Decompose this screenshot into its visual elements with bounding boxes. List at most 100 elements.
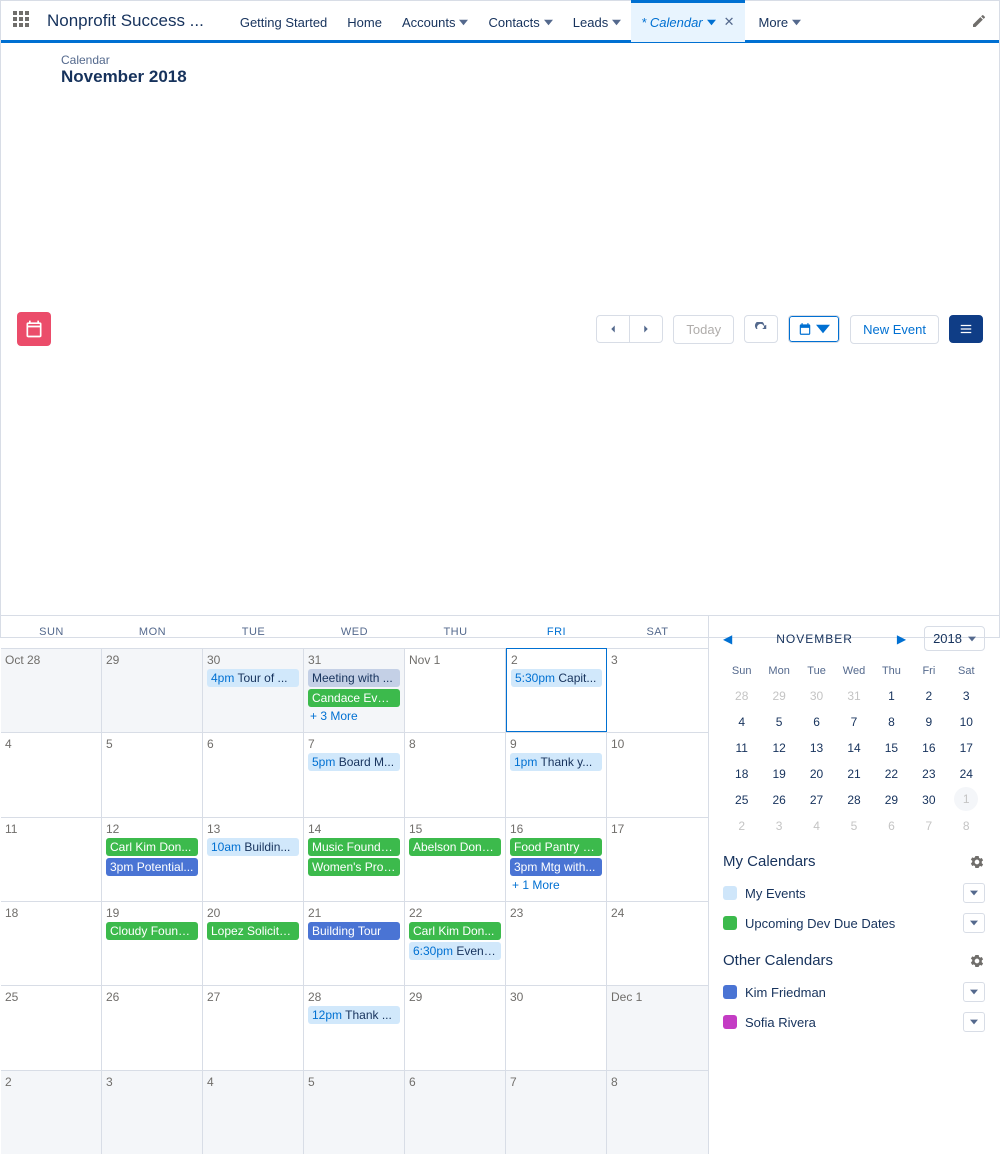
nav-tab-leads[interactable]: Leads (563, 0, 631, 42)
mini-day[interactable]: 3 (948, 683, 985, 709)
calendar-event[interactable]: Lopez Solicita... (207, 922, 299, 940)
more-events-link[interactable]: + 3 More (308, 709, 400, 723)
calendar-cell[interactable]: 6 (405, 1070, 506, 1154)
calendar-cell[interactable]: Dec 1 (607, 985, 708, 1069)
close-icon[interactable]: ✕ (724, 14, 735, 30)
nav-tab-gettingstarted[interactable]: Getting Started (230, 0, 337, 42)
more-events-link[interactable]: + 1 More (510, 878, 602, 892)
nav-tab-accounts[interactable]: Accounts (392, 0, 478, 42)
mini-day[interactable]: 7 (835, 709, 872, 735)
calendar-event[interactable]: Meeting with ... (308, 669, 400, 687)
next-button[interactable] (630, 315, 663, 343)
mini-day[interactable]: 6 (798, 709, 835, 735)
view-switch-button[interactable] (788, 315, 840, 343)
refresh-button[interactable] (744, 315, 778, 343)
calendar-cell[interactable]: 8 (607, 1070, 708, 1154)
mini-prev[interactable]: ◀ (723, 632, 732, 646)
calendar-cell[interactable]: 22Carl Kim Don...6:30pm Event... (405, 901, 506, 985)
calendar-event[interactable]: Candace Evan... (308, 689, 400, 707)
mini-day[interactable]: 22 (873, 761, 910, 787)
calendar-cell[interactable]: Nov 1 (405, 648, 506, 732)
mini-day[interactable]: 8 (873, 709, 910, 735)
calendar-event[interactable]: 1pm Thank y... (510, 753, 602, 771)
mini-day[interactable]: 9 (910, 709, 947, 735)
mini-day[interactable]: 2 (723, 813, 760, 839)
mini-day[interactable]: 17 (948, 735, 985, 761)
calendar-cell[interactable]: 8 (405, 732, 506, 816)
calendar-event[interactable]: Food Pantry S... (510, 838, 602, 856)
calendar-event[interactable]: 6:30pm Event... (409, 942, 501, 960)
calendar-cell[interactable]: 2812pm Thank ... (304, 985, 405, 1069)
mini-day[interactable]: 4 (798, 813, 835, 839)
new-event-button[interactable]: New Event (850, 315, 939, 344)
calendar-cell[interactable]: 6 (203, 732, 304, 816)
calendar-event[interactable]: 4pm Tour of ... (207, 669, 299, 687)
mini-day[interactable]: 1 (873, 683, 910, 709)
mini-day[interactable]: 16 (910, 735, 947, 761)
gear-icon[interactable] (969, 953, 985, 969)
mini-day[interactable]: 30 (910, 787, 947, 813)
calendar-cell[interactable]: 23 (506, 901, 607, 985)
mini-day[interactable]: 29 (760, 683, 797, 709)
calendar-cell[interactable]: 3 (102, 1070, 203, 1154)
nav-tab-calendar[interactable]: * Calendar✕ (631, 0, 744, 42)
calendar-cell[interactable]: 25 (1, 985, 102, 1069)
calendar-event[interactable]: 3pm Mtg with... (510, 858, 602, 876)
calendar-event[interactable]: 5:30pm Capit... (511, 669, 602, 687)
calendar-item-menu[interactable] (963, 982, 985, 1002)
mini-day[interactable]: 29 (873, 787, 910, 813)
calendar-cell[interactable]: 24 (607, 901, 708, 985)
calendar-cell[interactable]: 7 (506, 1070, 607, 1154)
calendar-event[interactable]: Cloudy Found... (106, 922, 198, 940)
mini-day[interactable]: 5 (760, 709, 797, 735)
mini-day[interactable]: 15 (873, 735, 910, 761)
today-button[interactable]: Today (673, 315, 734, 344)
mini-day[interactable]: 24 (948, 761, 985, 787)
mini-day[interactable]: 12 (760, 735, 797, 761)
calendar-event[interactable]: Carl Kim Don... (106, 838, 198, 856)
calendar-cell[interactable]: 1310am Buildin... (203, 817, 304, 901)
calendar-cell[interactable]: 17 (607, 817, 708, 901)
calendar-cell[interactable]: 21Building Tour (304, 901, 405, 985)
mini-day[interactable]: 6 (873, 813, 910, 839)
calendar-cell[interactable]: 3 (607, 648, 708, 732)
mini-day[interactable]: 8 (948, 813, 985, 839)
calendar-cell[interactable]: 26 (102, 985, 203, 1069)
calendar-event[interactable]: 12pm Thank ... (308, 1006, 400, 1024)
calendar-cell[interactable]: 20Lopez Solicita... (203, 901, 304, 985)
calendar-cell[interactable]: 12Carl Kim Don...3pm Potential... (102, 817, 203, 901)
mini-day[interactable]: 4 (723, 709, 760, 735)
calendar-event[interactable]: Carl Kim Don... (409, 922, 501, 940)
calendar-cell[interactable]: 304pm Tour of ... (203, 648, 304, 732)
mini-day[interactable]: 2 (910, 683, 947, 709)
mini-day[interactable]: 26 (760, 787, 797, 813)
calendar-cell[interactable]: Oct 28 (1, 648, 102, 732)
calendar-cell[interactable]: 75pm Board M... (304, 732, 405, 816)
calendar-cell[interactable]: 29 (405, 985, 506, 1069)
calendar-cell[interactable]: 25:30pm Capit... (506, 648, 607, 732)
mini-day[interactable]: 20 (798, 761, 835, 787)
mini-day[interactable]: 28 (835, 787, 872, 813)
mini-day[interactable]: 10 (948, 709, 985, 735)
calendar-cell[interactable]: 4 (203, 1070, 304, 1154)
mini-day[interactable]: 31 (835, 683, 872, 709)
mini-day[interactable]: 13 (798, 735, 835, 761)
calendar-cell[interactable]: 4 (1, 732, 102, 816)
gear-icon[interactable] (969, 854, 985, 870)
calendar-item-menu[interactable] (963, 883, 985, 903)
calendar-event[interactable]: 10am Buildin... (207, 838, 299, 856)
calendar-event[interactable]: Building Tour (308, 922, 400, 940)
calendar-cell[interactable]: 14Music Founda...Women's Prog... (304, 817, 405, 901)
nav-tab-more[interactable]: More (749, 0, 812, 42)
calendar-cell[interactable]: 11 (1, 817, 102, 901)
app-launcher-icon[interactable] (13, 11, 33, 31)
calendar-cell[interactable]: 30 (506, 985, 607, 1069)
mini-day[interactable]: 23 (910, 761, 947, 787)
year-select[interactable]: 2018 (924, 626, 985, 651)
mini-day[interactable]: 27 (798, 787, 835, 813)
mini-day[interactable]: 14 (835, 735, 872, 761)
calendar-cell[interactable]: 31Meeting with ...Candace Evan...+ 3 Mor… (304, 648, 405, 732)
calendar-cell[interactable]: 18 (1, 901, 102, 985)
calendar-cell[interactable]: 29 (102, 648, 203, 732)
calendar-cell[interactable]: 5 (304, 1070, 405, 1154)
